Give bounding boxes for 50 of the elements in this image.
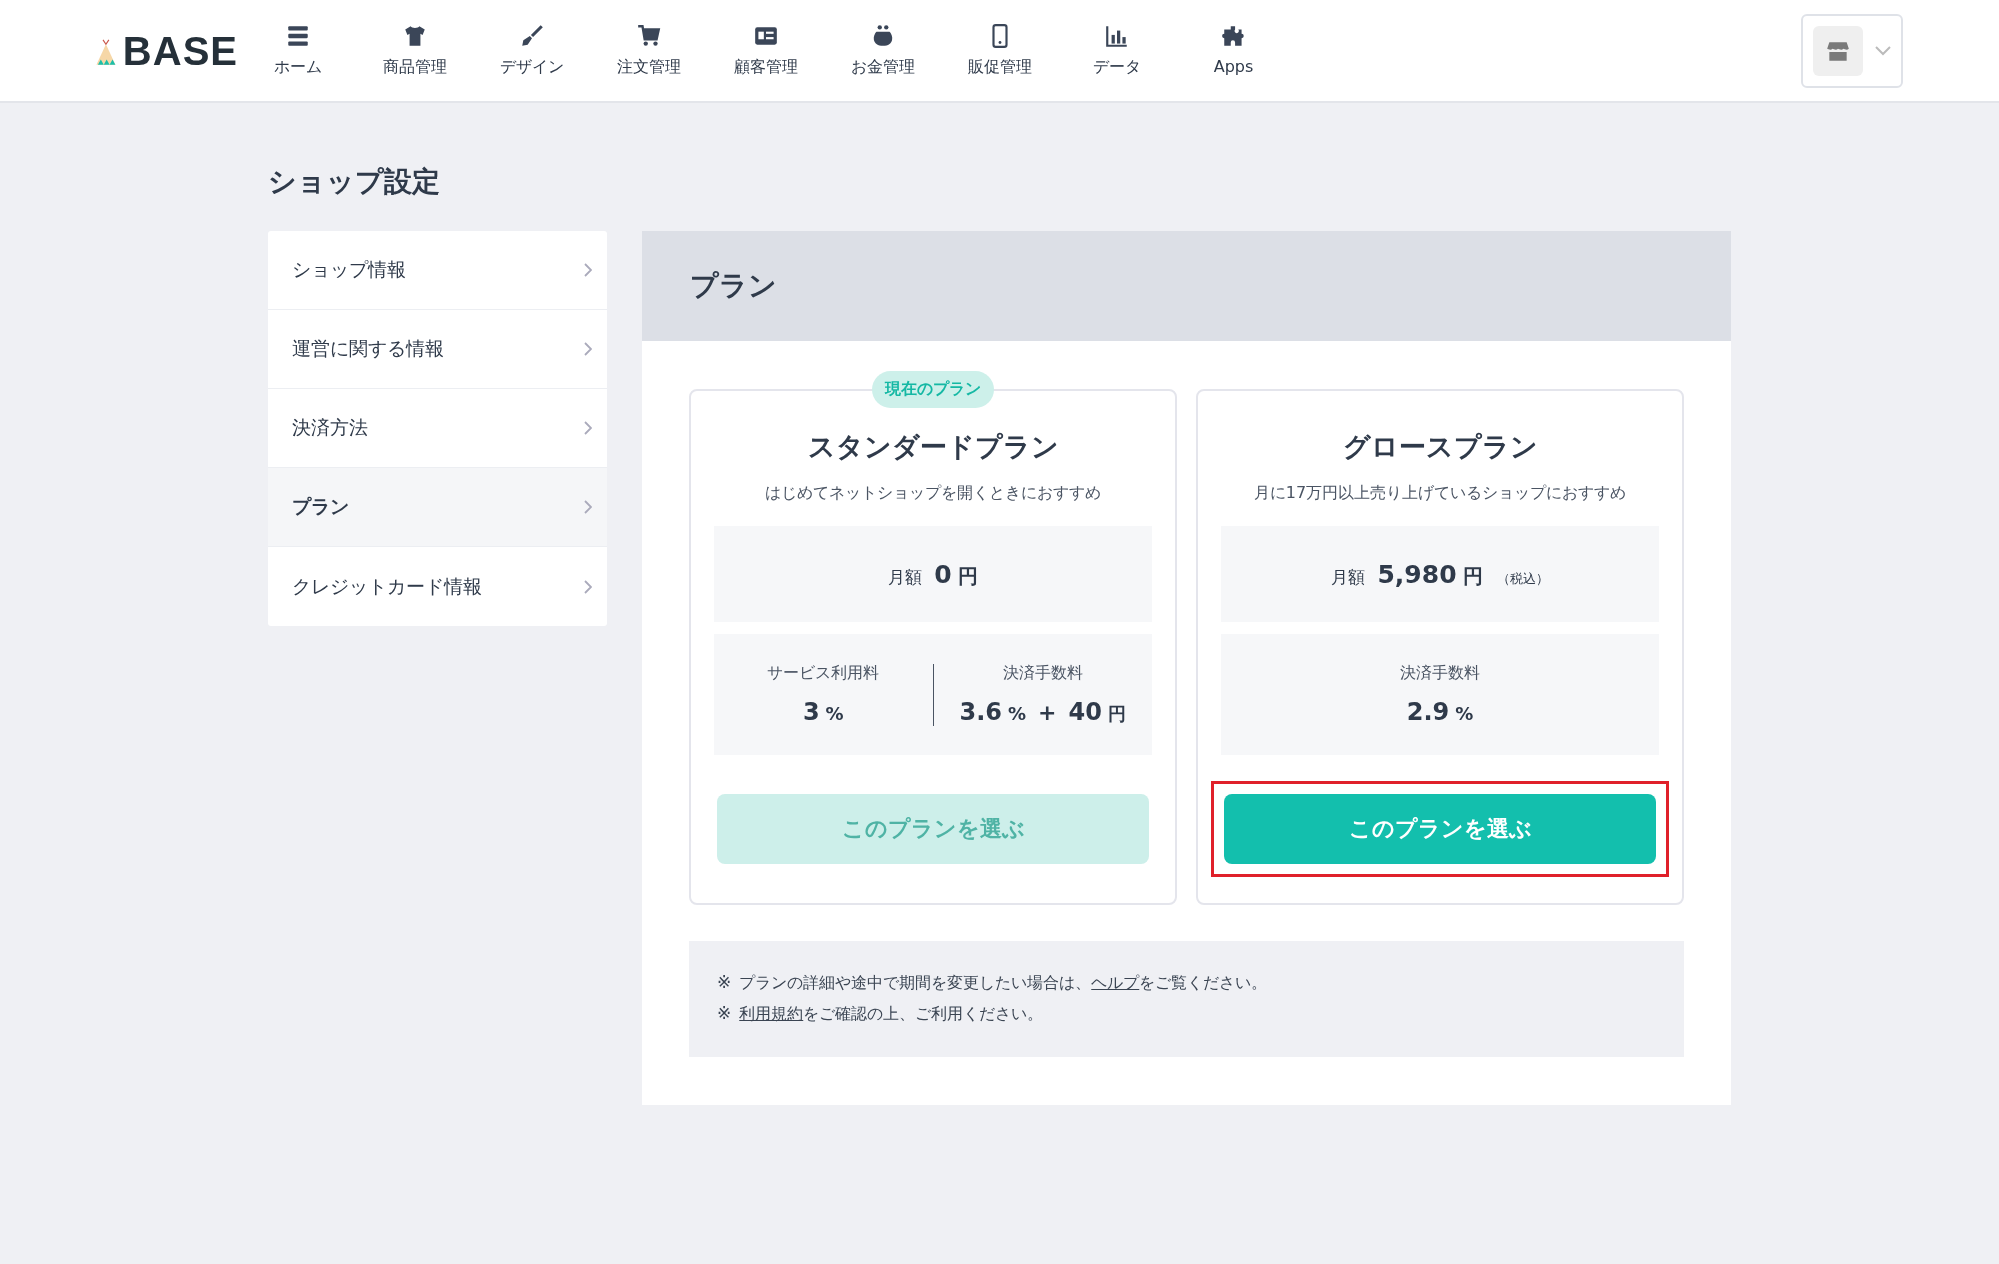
chevron-right-icon: [584, 263, 592, 277]
fee-value: 2.9 %: [1406, 698, 1474, 726]
price-unit: 円: [957, 563, 978, 590]
chevron-down-icon: [1875, 45, 1891, 56]
sidebar-item[interactable]: 運営に関する情報: [268, 310, 607, 389]
sidebar-item[interactable]: クレジットカード情報: [268, 547, 607, 626]
tax-note: （税込）: [1496, 570, 1549, 588]
chevron-right-icon: [584, 421, 592, 435]
note-mark: ※: [717, 1002, 732, 1025]
price-amount: 0: [934, 560, 952, 589]
brand-logo[interactable]: BASE: [122, 30, 238, 71]
price-amount: 5,980: [1377, 560, 1457, 589]
nav-item[interactable]: 商品管理: [356, 23, 473, 78]
nav-item[interactable]: データ: [1058, 23, 1175, 78]
page-title: ショップ設定: [268, 164, 441, 200]
sidebar-item[interactable]: ショップ情報: [268, 231, 607, 310]
shop-menu-button[interactable]: [1801, 13, 1903, 88]
fee-label: サービス利用料: [767, 663, 880, 684]
sidebar-item[interactable]: プラン: [268, 468, 607, 547]
chevron-right-icon: [584, 342, 592, 356]
chevron-right-icon: [584, 579, 592, 594]
text-link[interactable]: 利用規約: [739, 1004, 804, 1023]
note-text: プランの詳細や途中で期間を変更したい場合は、ヘルプをご覧ください。: [739, 972, 1268, 994]
price-label: 月額: [1331, 566, 1366, 589]
nav-icon: [1220, 23, 1247, 49]
nav-item[interactable]: 顧客管理: [707, 23, 824, 78]
fee-value: 3.6 % + 40 円: [959, 698, 1126, 726]
chevron-right-icon: [584, 500, 592, 514]
plan-description: 月に17万円以上売り上げているショップにおすすめ: [1253, 483, 1627, 504]
current-plan-badge: 現在のプラン: [872, 371, 994, 408]
nav-icon: [1103, 23, 1130, 49]
plan-description: はじめてネットショップを開くときにおすすめ: [765, 483, 1101, 504]
nav-item[interactable]: 販促管理: [941, 23, 1058, 78]
plan-name: スタンダードプラン: [807, 430, 1059, 464]
text-link[interactable]: ヘルプ: [1091, 973, 1140, 992]
nav-item[interactable]: Apps: [1175, 23, 1292, 78]
nav-item[interactable]: ホーム: [239, 23, 356, 78]
nav-icon: [635, 23, 662, 49]
fee-label: 決済手数料: [1002, 663, 1083, 684]
panel-title: プラン: [690, 268, 777, 304]
nav-item[interactable]: お金管理: [824, 23, 941, 78]
fee-value: 3 %: [802, 698, 844, 726]
note-mark: ※: [717, 971, 732, 994]
note-text: 利用規約をご確認の上、ご利用ください。: [739, 1003, 1044, 1025]
price-label: 月額: [888, 566, 923, 589]
fee-label: 決済手数料: [1400, 663, 1480, 684]
nav-item[interactable]: デザイン: [473, 23, 590, 78]
nav-item[interactable]: 注文管理: [590, 23, 707, 78]
plan-name: グロースプラン: [1342, 430, 1538, 464]
price-unit: 円: [1462, 563, 1483, 590]
